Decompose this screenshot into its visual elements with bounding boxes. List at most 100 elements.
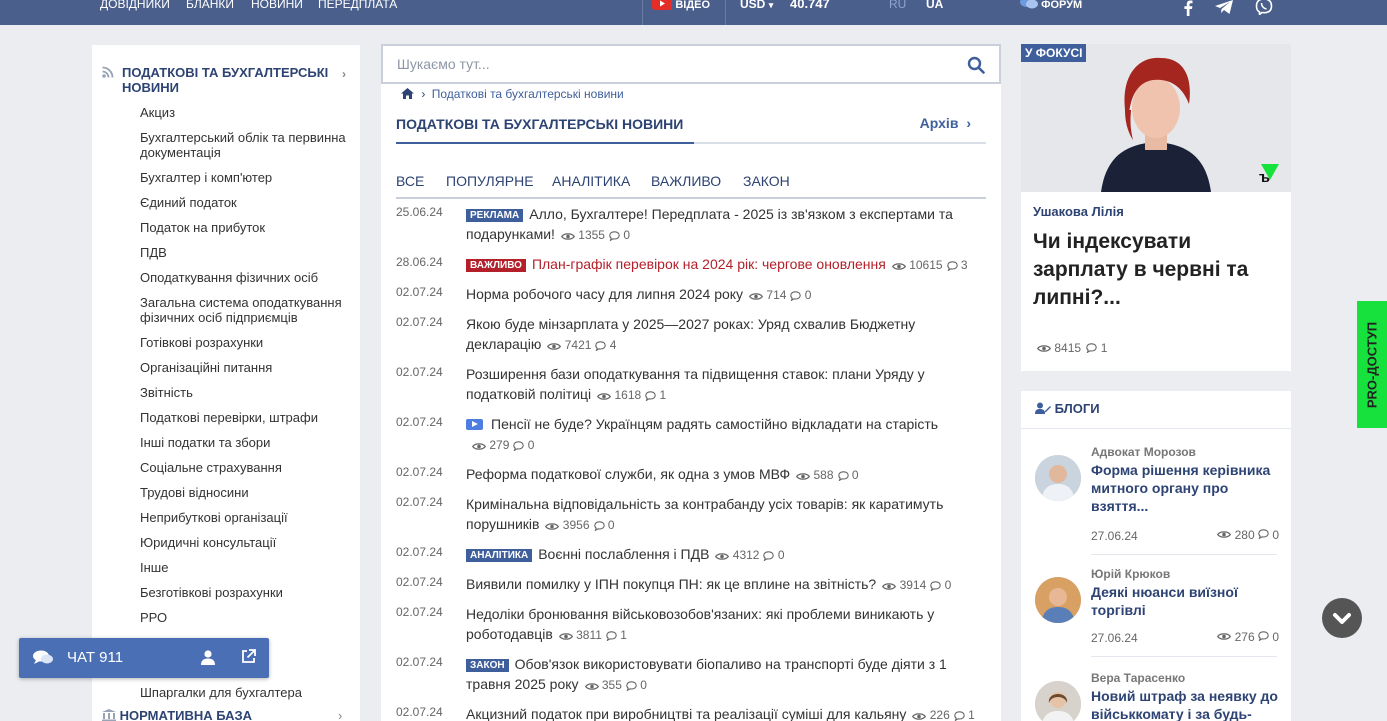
- sidebar-item-trudovi[interactable]: Трудові відносини: [140, 485, 352, 500]
- section-underline-active: [396, 142, 694, 144]
- news-badge[interactable]: АНАЛІТИКА: [466, 549, 533, 562]
- telegram-icon[interactable]: [1214, 0, 1234, 14]
- sidebar-item-neprybutkovi[interactable]: Неприбуткові організації: [140, 510, 352, 525]
- nav-blanky[interactable]: БЛАНКИ: [186, 0, 234, 11]
- blog-author: Вера Тарасенко: [1091, 671, 1186, 685]
- nav-peredplata[interactable]: ПЕРЕДПЛАТА: [318, 0, 397, 11]
- sidebar-item-zagalna-systema[interactable]: Загальна система оподаткування фізичних …: [140, 295, 352, 325]
- blogs-header[interactable]: БЛОГИ: [1035, 401, 1100, 416]
- news-title[interactable]: Акцизний податок при виробництві та реал…: [466, 706, 906, 721]
- tab-analytics[interactable]: АНАЛІТИКА: [552, 173, 630, 189]
- news-title[interactable]: План-графік перевірок на 2024 рік: черго…: [532, 256, 886, 272]
- sidebar-item-fiz-osoby[interactable]: Оподаткування фізичних осіб: [140, 270, 352, 285]
- sidebar-item-buh-computer[interactable]: Бухгалтер і комп'ютер: [140, 170, 352, 185]
- comment-icon: [609, 231, 620, 242]
- news-date: 02.07.24: [396, 575, 443, 589]
- news-body: ЗАКОН Обов'язок використовувати біопаливо…: [466, 654, 986, 695]
- blog-meta: 280 0: [1217, 528, 1279, 542]
- sidebar-item-inshe[interactable]: Інше: [140, 560, 352, 575]
- search-input[interactable]: [397, 56, 937, 72]
- news-date: 02.07.24: [396, 315, 443, 329]
- news-title[interactable]: Розширення бази оподаткування та підвище…: [466, 366, 925, 402]
- sidebar-category-news[interactable]: ПОДАТКОВІ ТА БУХГАЛТЕРСЬКІ НОВИНИ ›: [102, 65, 352, 95]
- sidebar-item-podatok-prybutok[interactable]: Податок на прибуток: [140, 220, 352, 235]
- focus-author[interactable]: Ушакова Лілія: [1033, 204, 1124, 219]
- sidebar-item-zvitnist[interactable]: Звітність: [140, 385, 352, 400]
- eye-icon: [547, 343, 562, 350]
- blog-title[interactable]: Новий штраф за неявку до військкомату і …: [1091, 687, 1279, 721]
- scroll-down-button[interactable]: [1322, 598, 1362, 638]
- sidebar-item-yurydychni[interactable]: Юридичні консультації: [140, 535, 352, 550]
- sidebar-item-inshi-podatky[interactable]: Інші податки та збори: [140, 435, 352, 450]
- sidebar-item-pdv[interactable]: ПДВ: [140, 245, 352, 260]
- chat-label: ЧАТ 911: [67, 649, 124, 666]
- search-icon[interactable]: [967, 56, 985, 74]
- sidebar-item-edynyi-podatok[interactable]: Єдиний податок: [140, 195, 352, 210]
- tab-popular[interactable]: ПОПУЛЯРНЕ: [446, 173, 534, 189]
- pro-access-tab[interactable]: PRO-ДОСТУП: [1357, 301, 1387, 428]
- news-meta: 1355 0: [560, 228, 631, 242]
- comment-icon: [1258, 631, 1269, 642]
- archive-link[interactable]: Архів ›: [920, 115, 971, 131]
- news-comments: 0: [804, 288, 812, 302]
- lang-ru[interactable]: RU: [889, 0, 906, 11]
- user-icon[interactable]: [201, 650, 215, 665]
- news-title[interactable]: Реформа податкової служби, як одна з умо…: [466, 466, 790, 482]
- tab-important[interactable]: ВАЖЛИВО: [651, 173, 721, 189]
- home-icon[interactable]: [401, 88, 414, 99]
- news-date: 02.07.24: [396, 655, 443, 669]
- news-title[interactable]: Норма робочого часу для липня 2024 року: [466, 286, 743, 302]
- news-comments: 0: [623, 228, 631, 242]
- blog-author: Юрій Крюков: [1091, 567, 1171, 581]
- rss-icon: [102, 66, 114, 78]
- chevron-down-icon: ▾: [768, 0, 774, 10]
- news-meta: 4312 0: [715, 548, 785, 562]
- eye-icon: [912, 713, 927, 720]
- sidebar-item-gotivkovi[interactable]: Готівкові розрахунки: [140, 335, 352, 350]
- sidebar-item-rro[interactable]: РРО: [140, 610, 352, 625]
- focus-title[interactable]: Чи індексувати зарплату в червні та липн…: [1033, 228, 1283, 312]
- sidebar-item-org-pytannia[interactable]: Організаційні питання: [140, 360, 352, 375]
- sidebar-item-social[interactable]: Соціальне страхування: [140, 460, 352, 475]
- viber-icon[interactable]: [1255, 0, 1273, 15]
- focus-card[interactable]: ъ У ФОКУСІ Ушакова Лілія Чи індексувати …: [1021, 44, 1291, 371]
- tab-all[interactable]: ВСЕ: [396, 173, 424, 189]
- breadcrumb-current[interactable]: Податкові та бухгалтерські новини: [432, 87, 624, 101]
- sidebar-item-akcyz[interactable]: Акциз: [140, 105, 352, 120]
- news-title[interactable]: Пенсії не буде? Українцям радять самості…: [491, 416, 938, 432]
- news-date: 25.06.24: [396, 205, 443, 219]
- nav-novyny[interactable]: НОВИНИ: [251, 0, 303, 11]
- news-title[interactable]: Кримінальна відповідальність за контраба…: [466, 496, 943, 532]
- eye-icon: [584, 683, 599, 690]
- news-title[interactable]: Обов'язок використовувати біопаливо на т…: [466, 656, 947, 692]
- news-title[interactable]: Виявили помилку у ІПН покупця ПН: як це …: [466, 576, 876, 592]
- news-title[interactable]: Недоліки бронювання військовозобов'язани…: [466, 606, 934, 642]
- chevron-right-icon: ›: [342, 67, 346, 81]
- sidebar-item-buh-oblik[interactable]: Бухгалтерський облік та первинна докумен…: [140, 130, 352, 160]
- news-badge[interactable]: ЗАКОН: [466, 659, 509, 672]
- nav-dovidnyky[interactable]: ДОВІДНИКИ: [100, 0, 170, 11]
- currency-label: USD: [740, 0, 766, 11]
- blog-title[interactable]: Форма рішення керівника митного органу п…: [1091, 461, 1279, 515]
- currency-select[interactable]: USD ▾: [740, 0, 773, 11]
- forum-link[interactable]: ФОРУМ: [1020, 0, 1082, 11]
- blog-title[interactable]: Деякі нюанси виїзної торгівлі: [1091, 583, 1279, 619]
- news-title[interactable]: Якою буде мінзарплата у 2025—2027 роках:…: [466, 316, 915, 352]
- sidebar-category-normatyvna-baza[interactable]: НОРМАТИВНА БАЗА ›: [102, 708, 342, 721]
- news-views: 3914: [899, 578, 927, 592]
- lang-ua[interactable]: UA: [926, 0, 943, 11]
- facebook-icon[interactable]: [1182, 0, 1194, 16]
- sidebar-item-perevirky[interactable]: Податкові перевірки, штрафи: [140, 410, 352, 425]
- news-title[interactable]: Воєнні послаблення і ПДВ: [538, 546, 709, 562]
- news-views: 1618: [614, 388, 642, 402]
- external-link-icon[interactable]: [241, 649, 256, 664]
- news-badge[interactable]: ВАЖЛИВО: [466, 259, 526, 272]
- bottom-category-label: НОРМАТИВНА БАЗА: [119, 708, 253, 721]
- sidebar-item-shpargalky[interactable]: Шпаргалки для бухгалтера: [140, 685, 352, 700]
- news-badge[interactable]: РЕКЛАМА: [466, 209, 524, 222]
- chat-widget[interactable]: ЧАТ 911: [19, 638, 269, 678]
- sidebar-item-bezgotivkovi[interactable]: Безготівкові розрахунки: [140, 585, 352, 600]
- video-link[interactable]: ВІДЕО: [652, 0, 710, 11]
- tab-law[interactable]: ЗАКОН: [743, 173, 790, 189]
- news-title[interactable]: Алло, Бухгалтере! Передплата - 2025 із з…: [466, 206, 953, 242]
